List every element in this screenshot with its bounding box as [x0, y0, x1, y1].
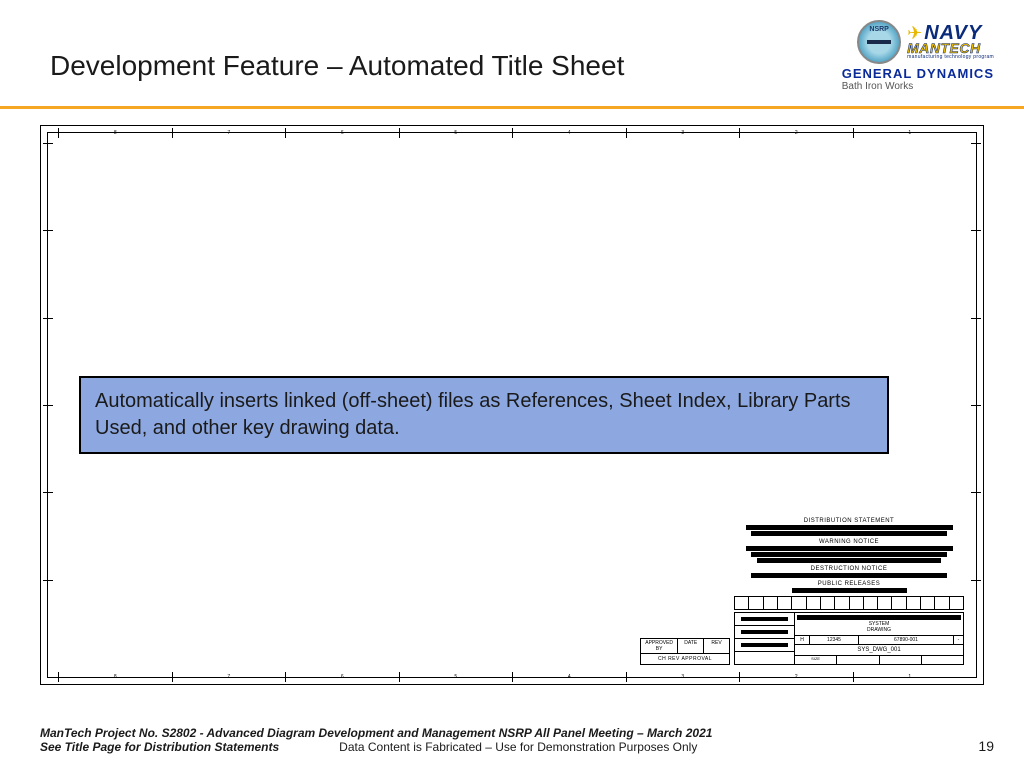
nsrp-logo: NSRP — [857, 20, 901, 64]
title-sheet-drawing: 87654321 87654321 DISTRIBUTION STATEMENT… — [40, 125, 984, 685]
ruler-right — [971, 143, 981, 667]
footer-distribution: See Title Page for Distribution Statemen… — [40, 740, 279, 754]
navy-mantech-logo: ✈ NAVY MANTECH manufacturing technology … — [907, 24, 994, 59]
drawing-title-block: DISTRIBUTION STATEMENT WARNING NOTICE DE… — [734, 518, 964, 665]
revision-block: APPROVED BY DATE REV CH REV APPROVAL — [640, 638, 730, 665]
logo-group: NSRP ✈ NAVY MANTECH manufacturing techno… — [842, 20, 994, 92]
page-number: 19 — [978, 738, 994, 754]
feature-callout: Automatically inserts linked (off-sheet)… — [79, 376, 889, 454]
footer-disclaimer: Data Content is Fabricated – Use for Dem… — [339, 740, 697, 754]
slide-title: Development Feature – Automated Title Sh… — [50, 20, 624, 82]
general-dynamics-logo: GENERAL DYNAMICS Bath Iron Works — [842, 66, 994, 92]
ruler-bottom: 87654321 — [58, 672, 966, 682]
footer-project: ManTech Project No. S2802 - Advanced Dia… — [40, 726, 994, 740]
header-divider — [0, 106, 1024, 109]
ruler-top: 87654321 — [58, 128, 966, 138]
ruler-left — [43, 143, 53, 667]
plane-icon: ✈ — [907, 25, 922, 41]
slide-footer: ManTech Project No. S2802 - Advanced Dia… — [40, 726, 994, 754]
